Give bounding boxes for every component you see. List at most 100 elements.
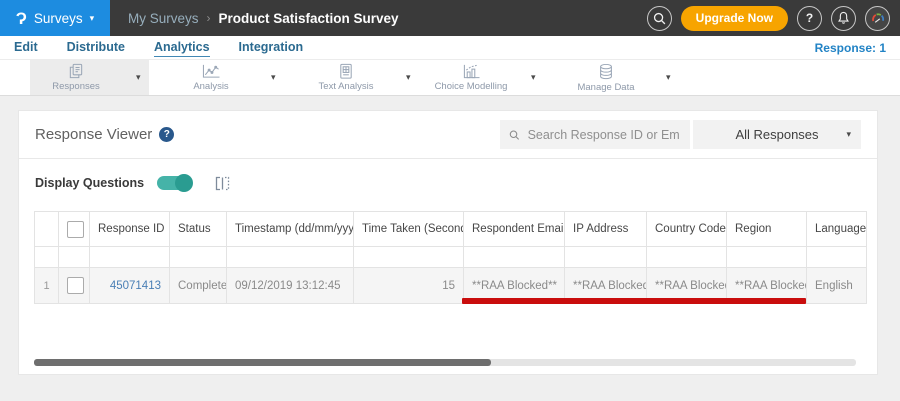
header-respondent-email[interactable]: Respondent Email bbox=[463, 211, 565, 247]
header-select-all bbox=[58, 211, 90, 247]
display-questions-row: Display Questions bbox=[35, 173, 230, 193]
header-country-code[interactable]: Country Code bbox=[646, 211, 727, 247]
tab-integration[interactable]: Integration bbox=[239, 41, 304, 54]
toolbar-item-choice-modelling[interactable]: Choice Modelling ▾ bbox=[425, 60, 544, 95]
question-mark-icon: ? bbox=[805, 11, 814, 25]
tab-analytics[interactable]: Analytics bbox=[153, 41, 210, 57]
horizontal-scrollbar[interactable] bbox=[34, 359, 856, 366]
header-status[interactable]: Status bbox=[169, 211, 227, 247]
filter-cell[interactable] bbox=[226, 246, 354, 268]
bell-icon bbox=[838, 11, 849, 24]
text-analysis-icon bbox=[340, 63, 352, 79]
header-region[interactable]: Region bbox=[726, 211, 807, 247]
choice-modelling-icon bbox=[463, 64, 480, 79]
search-icon bbox=[653, 12, 666, 24]
filter-cell bbox=[34, 246, 59, 268]
analysis-dropdown-caret-icon[interactable]: ▾ bbox=[271, 72, 276, 83]
topbar-actions: Upgrade Now ? bbox=[646, 5, 900, 31]
survey-nav-tabs: Edit Distribute Analytics Integration Re… bbox=[0, 36, 900, 60]
toolbar-item-manage-data[interactable]: Manage Data ▾ bbox=[560, 60, 679, 95]
top-bar: Ɂ Surveys ▾ My Surveys › Product Satisfa… bbox=[0, 0, 900, 36]
cell-response-id: 45071413 bbox=[89, 267, 170, 304]
page-title: Response Viewer bbox=[35, 126, 153, 143]
help-button[interactable]: ? bbox=[797, 5, 822, 31]
search-icon bbox=[509, 129, 520, 140]
chevron-down-icon: ▾ bbox=[89, 12, 95, 23]
cell-status: Completed bbox=[169, 267, 227, 304]
toggle-knob bbox=[175, 174, 194, 192]
account-avatar[interactable] bbox=[865, 5, 890, 31]
upgrade-now-label: Upgrade Now bbox=[695, 11, 773, 25]
manage-data-icon bbox=[600, 63, 612, 79]
freeze-columns-button[interactable] bbox=[215, 176, 230, 191]
breadcrumb-survey-title: Product Satisfaction Survey bbox=[218, 10, 399, 26]
row-select-cell bbox=[58, 267, 90, 304]
toolbar-label-analysis: Analysis bbox=[193, 81, 229, 92]
response-viewer-help-icon[interactable]: ? bbox=[159, 127, 175, 142]
toolbar-label-responses: Responses bbox=[52, 81, 100, 92]
responses-table: Response ID▾ Status Timestamp (dd/mm/yyy… bbox=[34, 211, 867, 304]
responses-filter-dropdown[interactable]: All Responses ▾ bbox=[693, 120, 861, 149]
tab-edit[interactable]: Edit bbox=[14, 41, 38, 54]
breadcrumb: My Surveys › Product Satisfaction Survey bbox=[128, 11, 399, 26]
toolbar-item-analysis[interactable]: Analysis ▾ bbox=[165, 60, 284, 95]
text-analysis-dropdown-caret-icon[interactable]: ▾ bbox=[406, 72, 411, 83]
header-response-id-label: Response ID bbox=[98, 223, 165, 235]
filter-cell[interactable] bbox=[353, 246, 464, 268]
filter-cell[interactable] bbox=[646, 246, 727, 268]
row-checkbox[interactable] bbox=[67, 277, 84, 294]
global-search-button[interactable] bbox=[646, 5, 672, 31]
analysis-icon bbox=[202, 64, 220, 78]
questionpro-logo-icon: Ɂ bbox=[15, 8, 27, 28]
header-language[interactable]: Language bbox=[806, 211, 867, 247]
cell-language: English bbox=[806, 267, 867, 304]
choice-modelling-dropdown-caret-icon[interactable]: ▾ bbox=[531, 72, 536, 83]
surveys-product-menu[interactable]: Ɂ Surveys ▾ bbox=[0, 0, 110, 36]
response-viewer-header: Response Viewer ? All Responses ▾ bbox=[19, 111, 877, 159]
display-questions-toggle[interactable] bbox=[157, 174, 194, 192]
breadcrumb-separator: › bbox=[206, 11, 211, 25]
response-count-label: Response: 1 bbox=[814, 40, 886, 55]
notifications-button[interactable] bbox=[831, 5, 856, 31]
filter-cell[interactable] bbox=[806, 246, 867, 268]
table-filter-row bbox=[34, 246, 867, 268]
breadcrumb-my-surveys[interactable]: My Surveys bbox=[128, 11, 199, 26]
toolbar-item-text-analysis[interactable]: Text Analysis ▾ bbox=[300, 60, 419, 95]
filter-cell[interactable] bbox=[89, 246, 170, 268]
filter-cell[interactable] bbox=[463, 246, 565, 268]
responses-dropdown-caret-icon[interactable]: ▾ bbox=[136, 72, 141, 83]
filter-cell bbox=[58, 246, 90, 268]
search-response-input[interactable] bbox=[525, 126, 681, 143]
responses-filter-value: All Responses bbox=[735, 127, 819, 142]
red-highlight-annotation bbox=[462, 298, 806, 304]
header-time-taken-label: Time Taken (Seconds) bbox=[362, 223, 463, 235]
header-time-taken[interactable]: Time Taken (Seconds)⇅ bbox=[353, 211, 464, 247]
select-all-checkbox[interactable] bbox=[67, 220, 84, 238]
chevron-down-icon: ▾ bbox=[846, 129, 851, 139]
header-row-number bbox=[34, 211, 59, 247]
display-questions-label: Display Questions bbox=[35, 176, 145, 190]
response-search-box[interactable] bbox=[500, 120, 690, 149]
header-response-id[interactable]: Response ID▾ bbox=[89, 211, 170, 247]
header-timestamp[interactable]: Timestamp (dd/mm/yyyy)⇅ bbox=[226, 211, 354, 247]
tab-distribute[interactable]: Distribute bbox=[67, 41, 125, 54]
toolbar-item-responses[interactable]: Responses ▾ bbox=[30, 60, 149, 95]
analytics-toolbar: Responses ▾ Analysis ▾ Text Analysis ▾ C… bbox=[0, 60, 900, 96]
row-number: 1 bbox=[34, 267, 59, 304]
scrollbar-thumb[interactable] bbox=[34, 359, 491, 366]
toolbar-label-choice-modelling: Choice Modelling bbox=[434, 81, 508, 92]
surveys-menu-label: Surveys bbox=[33, 10, 83, 26]
filter-cell[interactable] bbox=[564, 246, 647, 268]
filter-cell[interactable] bbox=[726, 246, 807, 268]
header-ip-address[interactable]: IP Address bbox=[564, 211, 647, 247]
table-header-row: Response ID▾ Status Timestamp (dd/mm/yyy… bbox=[34, 211, 867, 247]
cell-time-taken: 15 bbox=[353, 267, 464, 304]
response-id-link[interactable]: 45071413 bbox=[110, 280, 161, 292]
response-viewer-panel: Response Viewer ? All Responses ▾ Displa… bbox=[18, 110, 878, 375]
upgrade-now-button[interactable]: Upgrade Now bbox=[680, 5, 788, 31]
manage-data-dropdown-caret-icon[interactable]: ▾ bbox=[666, 72, 671, 83]
cell-timestamp: 09/12/2019 13:12:45 bbox=[226, 267, 354, 304]
account-logo-icon bbox=[871, 13, 884, 23]
toolbar-label-text-analysis: Text Analysis bbox=[318, 81, 374, 92]
filter-cell[interactable] bbox=[169, 246, 227, 268]
